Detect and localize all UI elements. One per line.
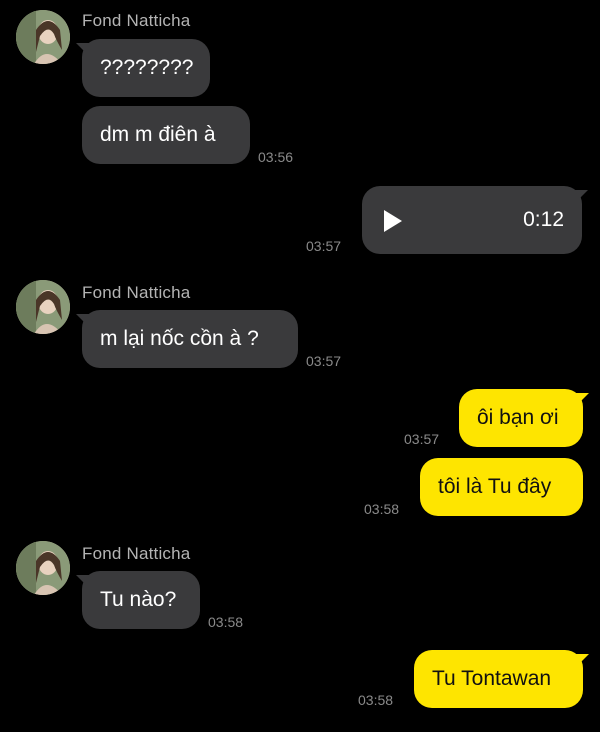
profile-photo-icon <box>16 10 70 64</box>
message-bubble[interactable]: ôi bạn ơi <box>459 389 583 447</box>
message-timestamp: 03:58 <box>208 614 244 630</box>
sender-name: Fond Natticha <box>82 544 191 563</box>
sender-name: Fond Natticha <box>82 283 191 302</box>
sender-name: Fond Natticha <box>82 11 191 30</box>
message-bubble[interactable]: Tu nào? <box>82 571 200 629</box>
message-timestamp: 03:58 <box>358 692 394 708</box>
message-text: tôi là Tu đây <box>438 475 552 498</box>
message-bubble[interactable]: ???????? <box>82 39 210 97</box>
sender-avatar[interactable] <box>16 280 70 334</box>
voice-duration: 0:12 <box>523 208 564 231</box>
voice-message-bubble[interactable]: 0:12 <box>362 186 582 254</box>
message-bubble[interactable]: Tu Tontawan <box>414 650 583 708</box>
message-text: ôi bạn ơi <box>477 406 559 429</box>
sender-avatar[interactable] <box>16 10 70 64</box>
play-icon[interactable] <box>384 210 402 232</box>
sender-avatar[interactable] <box>16 541 70 595</box>
message-timestamp: 03:58 <box>364 501 400 517</box>
message-bubble[interactable]: m lại nốc cồn à ? <box>82 310 298 368</box>
message-timestamp: 03:56 <box>258 149 294 165</box>
message-bubble[interactable]: tôi là Tu đây <box>420 458 583 516</box>
message-bubble[interactable]: dm m điên à <box>82 106 250 164</box>
message-text: dm m điên à <box>100 123 216 146</box>
message-timestamp: 03:57 <box>404 431 440 447</box>
message-text: Tu nào? <box>100 588 177 611</box>
message-text: ???????? <box>100 56 194 79</box>
message-text: Tu Tontawan <box>432 667 552 690</box>
message-text: m lại nốc cồn à ? <box>100 327 259 350</box>
message-timestamp: 03:57 <box>306 238 342 254</box>
message-timestamp: 03:57 <box>306 353 342 369</box>
profile-photo-icon <box>16 280 70 334</box>
profile-photo-icon <box>16 541 70 595</box>
